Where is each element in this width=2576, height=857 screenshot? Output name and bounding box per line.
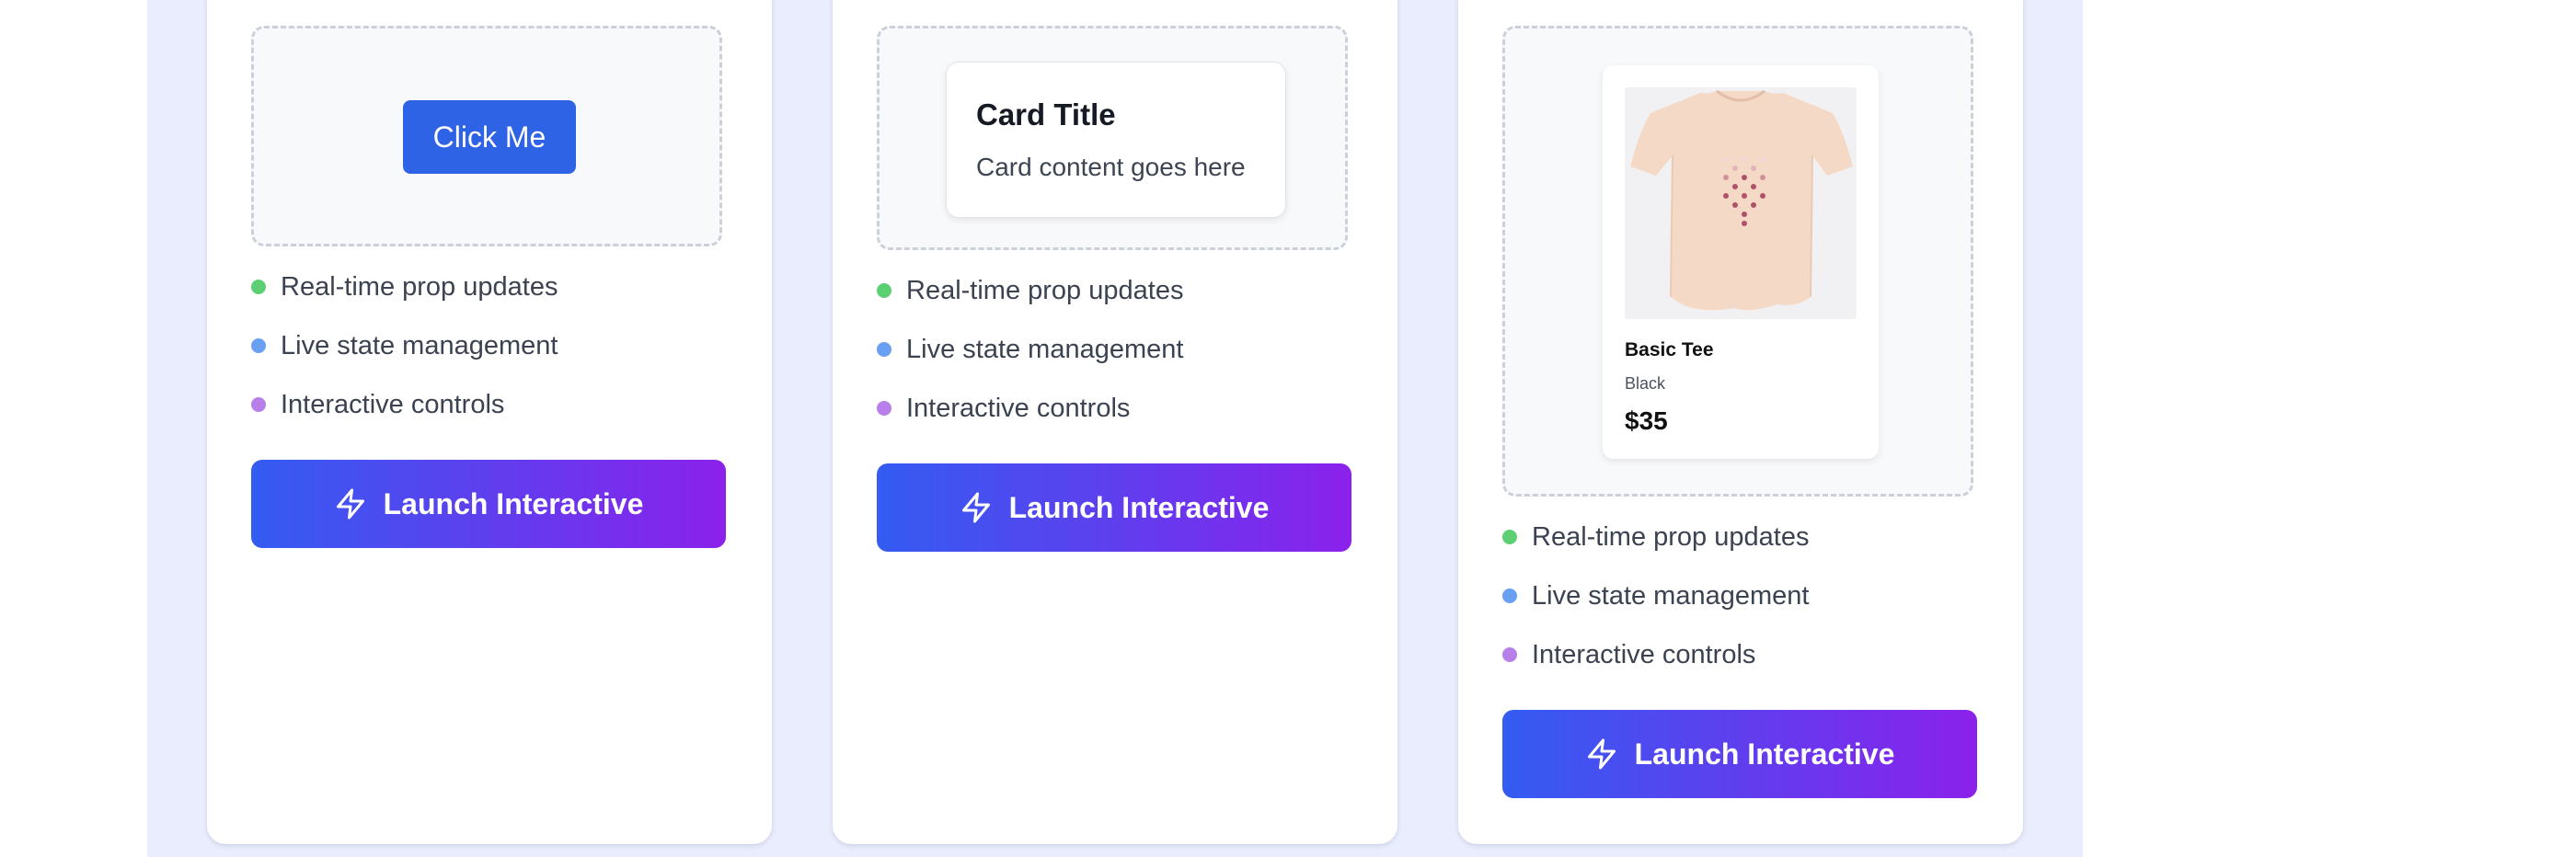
component-preview: Click Me <box>251 26 722 246</box>
t-shirt-image <box>1625 87 1857 319</box>
launch-label: Launch Interactive <box>1634 737 1895 771</box>
launch-label: Launch Interactive <box>1008 490 1270 524</box>
feature-item: Interactive controls <box>877 379 1183 438</box>
feature-label: Real-time prop updates <box>906 275 1184 305</box>
feature-list: Real-time prop updates Live state manage… <box>877 261 1183 438</box>
feature-list: Real-time prop updates Live state manage… <box>251 257 558 434</box>
feature-item: Real-time prop updates <box>251 257 558 316</box>
launch-interactive-button[interactable]: Launch Interactive <box>251 460 726 548</box>
feature-item: Interactive controls <box>1502 625 1809 684</box>
lightning-bolt-icon <box>960 491 993 524</box>
click-me-button[interactable]: Click Me <box>403 100 576 174</box>
green-dot-icon <box>877 283 891 298</box>
demo-card: Card Title Card content goes here <box>946 62 1286 218</box>
blue-dot-icon <box>877 342 891 357</box>
product-card: Basic Tee Black $35 <box>1603 65 1879 459</box>
feature-item: Real-time prop updates <box>1502 508 1809 566</box>
feature-label: Interactive controls <box>1532 639 1756 669</box>
launch-interactive-button[interactable]: Launch Interactive <box>877 463 1351 552</box>
feature-list: Real-time prop updates Live state manage… <box>1502 508 1809 684</box>
purple-dot-icon <box>1502 647 1517 662</box>
feature-item: Live state management <box>1502 566 1809 625</box>
launch-label: Launch Interactive <box>383 486 644 520</box>
component-preview: Basic Tee Black $35 <box>1502 26 1973 497</box>
demo-card-content: Card content goes here <box>976 153 1246 181</box>
product-name: Basic Tee <box>1625 339 1714 360</box>
purple-dot-icon <box>877 401 891 416</box>
lightning-bolt-icon <box>1585 737 1618 771</box>
components-panel: Click Me Real-time prop updates Live sta… <box>147 0 2083 857</box>
purple-dot-icon <box>251 397 266 412</box>
component-card-button: Click Me Real-time prop updates Live sta… <box>207 0 772 844</box>
feature-label: Live state management <box>1532 580 1810 611</box>
component-card-card: Card Title Card content goes here Real-t… <box>833 0 1397 844</box>
feature-item: Live state management <box>877 320 1183 379</box>
feature-item: Interactive controls <box>251 375 558 434</box>
feature-item: Real-time prop updates <box>877 261 1183 320</box>
feature-label: Real-time prop updates <box>281 271 558 302</box>
product-color: Black <box>1625 374 1666 393</box>
lightning-bolt-icon <box>334 487 367 520</box>
product-price: $35 <box>1625 406 1668 435</box>
blue-dot-icon <box>251 338 266 353</box>
feature-label: Live state management <box>906 334 1184 364</box>
launch-interactive-button[interactable]: Launch Interactive <box>1502 710 1977 798</box>
component-preview: Card Title Card content goes here <box>877 26 1348 250</box>
demo-card-title: Card Title <box>976 97 1116 131</box>
green-dot-icon <box>1502 530 1517 544</box>
feature-label: Real-time prop updates <box>1532 521 1810 552</box>
blue-dot-icon <box>1502 588 1517 603</box>
feature-item: Live state management <box>251 316 558 375</box>
feature-label: Interactive controls <box>906 393 1131 423</box>
feature-label: Live state management <box>281 330 558 360</box>
component-card-product: Basic Tee Black $35 Real-time prop updat… <box>1458 0 2023 844</box>
feature-label: Interactive controls <box>281 389 505 419</box>
green-dot-icon <box>251 280 266 294</box>
